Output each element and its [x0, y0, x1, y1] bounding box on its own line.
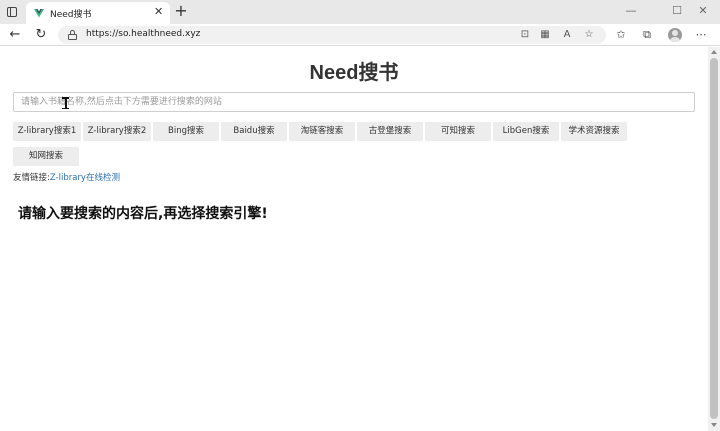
new-tab-button[interactable]: + — [174, 3, 188, 20]
cnki-search-button[interactable]: 知网搜索 — [13, 147, 79, 166]
lock-icon[interactable] — [68, 30, 77, 40]
tab-strip: Need搜书 ✕ + — ☐ ✕ — [0, 0, 720, 24]
zlibrary-search-2-button[interactable]: Z-library搜索2 — [83, 122, 151, 141]
kezhi-search-button[interactable]: 可知搜索 — [425, 122, 491, 141]
more-menu-icon[interactable]: ⋯ — [694, 28, 708, 42]
search-input[interactable] — [13, 92, 695, 112]
libgen-search-button[interactable]: LibGen搜索 — [493, 122, 559, 141]
tab-actions-icon[interactable] — [6, 6, 18, 18]
academic-search-button[interactable]: 学术资源搜索 — [561, 122, 627, 141]
window-close-icon[interactable]: ✕ — [694, 3, 712, 19]
zlibrary-search-1-button[interactable]: Z-library搜索1 — [13, 122, 81, 141]
search-hint: 请输入要搜索的内容后,再选择搜索引擎! — [18, 206, 268, 222]
tab-title: Need搜书 — [50, 10, 92, 20]
address-bar[interactable]: https://so.healthneed.xyz ⊡ ▦ A ☆ — [58, 26, 606, 44]
friend-links: 友情链接:Z-library在线检测 — [13, 171, 120, 183]
friend-links-label: 友情链接: — [13, 173, 50, 183]
text-cursor-icon — [62, 97, 69, 109]
tab-close-icon[interactable]: ✕ — [154, 6, 163, 18]
favorites-icon[interactable]: ✩ — [614, 28, 628, 42]
page-content: Need搜书 Z-library搜索1 Z-library搜索2 Bing搜索 … — [0, 47, 708, 431]
maximize-icon[interactable]: ☐ — [668, 3, 686, 19]
scroll-thumb[interactable] — [710, 58, 718, 419]
refresh-icon[interactable]: ↻ — [34, 27, 48, 43]
zlibrary-check-link[interactable]: Z-library在线检测 — [50, 173, 120, 183]
minimize-icon[interactable]: — — [622, 3, 640, 19]
browser-toolbar: ← ↻ https://so.healthneed.xyz ⊡ ▦ A ☆ ✩ … — [0, 24, 720, 46]
bing-search-button[interactable]: Bing搜索 — [153, 122, 219, 141]
url-text[interactable]: https://so.healthneed.xyz — [86, 29, 200, 39]
gutenberg-search-button[interactable]: 古登堡搜索 — [357, 122, 423, 141]
profile-avatar[interactable] — [668, 28, 682, 42]
vue-logo-icon — [34, 9, 44, 18]
qr-code-icon[interactable]: ▦ — [538, 29, 552, 41]
app-available-icon[interactable]: ⊡ — [518, 29, 532, 41]
favorite-star-icon[interactable]: ☆ — [582, 29, 596, 41]
baidu-search-button[interactable]: Baidu搜索 — [221, 122, 287, 141]
page-scrollbar[interactable] — [708, 47, 720, 431]
back-arrow-icon[interactable]: ← — [8, 27, 22, 43]
taolianke-search-button[interactable]: 淘链客搜索 — [289, 122, 355, 141]
browser-tab[interactable]: Need搜书 ✕ — [26, 2, 170, 24]
page-title: Need搜书 — [309, 62, 399, 84]
scroll-up-icon[interactable] — [711, 50, 717, 54]
scroll-down-icon[interactable] — [711, 423, 717, 427]
read-aloud-icon[interactable]: A — [560, 29, 574, 41]
collections-icon[interactable]: ⧉ — [640, 28, 654, 42]
